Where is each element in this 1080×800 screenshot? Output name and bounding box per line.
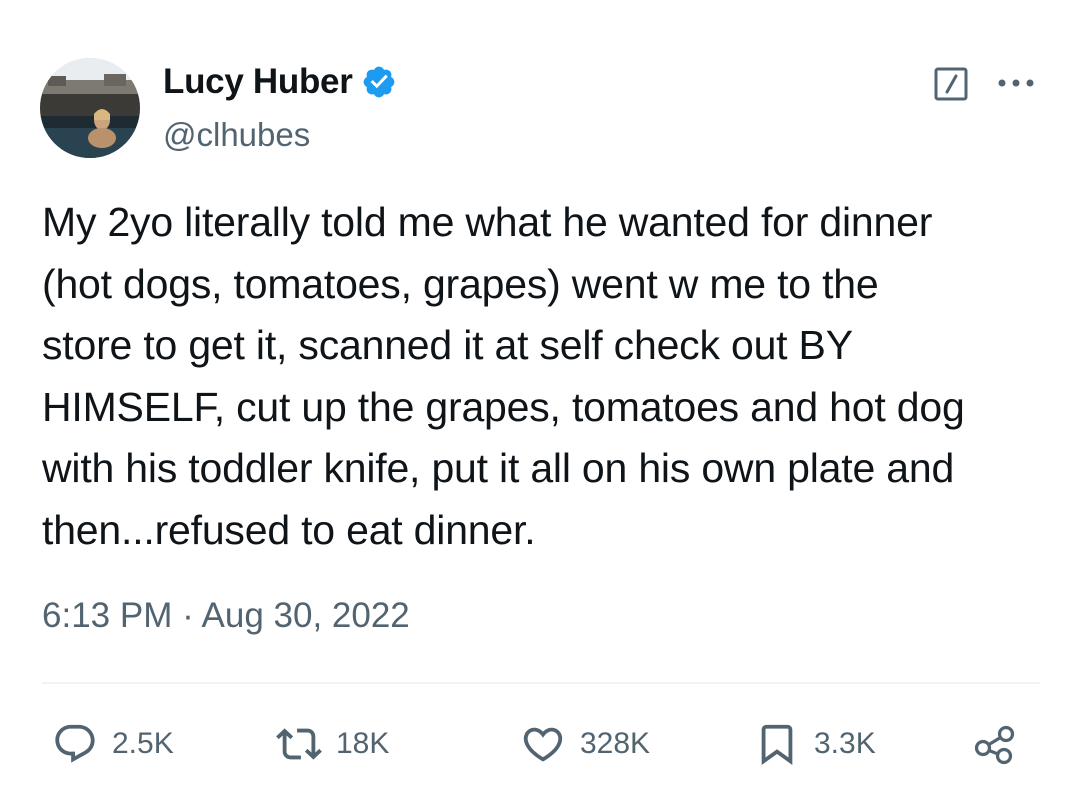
handle[interactable]: @clhubes — [163, 116, 310, 154]
share-icon — [972, 721, 1018, 767]
bookmark-count: 3.3K — [814, 727, 876, 760]
retweet-icon — [276, 721, 322, 767]
divider — [42, 682, 1040, 684]
avatar[interactable] — [40, 58, 140, 158]
bookmark-button[interactable]: 3.3K — [754, 712, 876, 776]
reply-button[interactable]: 2.5K — [52, 712, 174, 776]
like-count: 328K — [580, 727, 651, 760]
name-row: Lucy Huber — [163, 62, 397, 102]
retweet-button[interactable]: 18K — [276, 712, 389, 776]
reply-icon — [52, 721, 98, 767]
avatar-image — [40, 58, 140, 158]
tweet-timestamp[interactable]: 6:13 PM · Aug 30, 2022 — [42, 596, 410, 636]
action-bar: 2.5K 18K 328K 3.3K — [42, 712, 1040, 776]
like-icon — [520, 721, 566, 767]
verified-badge-icon[interactable] — [361, 64, 397, 100]
retweet-count: 18K — [336, 727, 390, 760]
more-icon[interactable] — [993, 68, 1039, 98]
share-button[interactable] — [972, 712, 1018, 776]
reply-count: 2.5K — [112, 727, 174, 760]
like-button[interactable]: 328K — [520, 712, 650, 776]
tweet-header: Lucy Huber @clhubes — [40, 58, 1040, 168]
tweet-text: My 2yo literally told me what he wanted … — [42, 199, 965, 553]
bookmark-icon — [754, 721, 800, 767]
display-name[interactable]: Lucy Huber — [163, 62, 353, 102]
grok-icon[interactable] — [933, 66, 969, 102]
